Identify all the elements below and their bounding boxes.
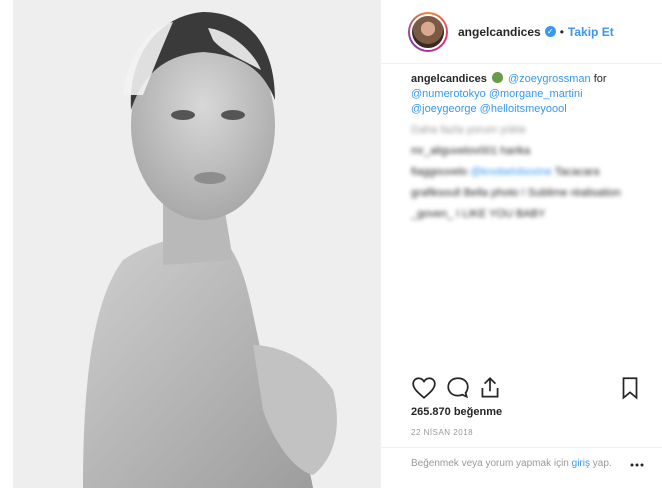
share-icon[interactable] [477,375,503,401]
comments-section: angelcandices @zoeygrossman for @numerot… [411,72,651,222]
login-prompt-tail: yap. [592,458,612,469]
follow-button[interactable]: Takip Et [568,25,614,39]
caption-mention[interactable]: @joeygeorge [411,103,477,115]
caption-connector: for [593,73,607,85]
comment-item: fiaggouvelo @knobelvboxine Tacacara [411,165,651,180]
caption: angelcandices @zoeygrossman for @numerot… [411,72,651,117]
bookmark-icon[interactable] [617,375,643,401]
action-bar [411,375,643,405]
post-header: angelcandices ✓ • Takip Et [381,0,662,64]
avatar [410,13,446,50]
more-options-icon[interactable] [630,458,644,472]
post-photo[interactable] [13,0,380,488]
login-link[interactable]: giriş [572,458,590,469]
heart-icon[interactable] [411,375,437,401]
comment-mention[interactable]: @knobelvboxine [470,166,552,178]
verified-badge-icon: ✓ [544,26,556,37]
caption-mention[interactable]: @zoeygrossman [508,73,591,85]
comment-icon[interactable] [445,375,471,401]
like-count[interactable]: 265.870 beğenme [411,406,502,418]
caption-mention[interactable]: @numerotokyo [411,88,486,100]
instagram-post-modal: angelcandices ✓ • Takip Et angelcandices… [0,0,662,488]
comment-item: mr_aliguvelov001 harika [411,145,531,157]
portrait-image [13,0,380,488]
comment-item: grafiksoull Bella photo ! Sublime réalis… [411,187,621,199]
header-separator: • [559,24,564,39]
login-prompt-text: Beğenmek veya yorum yapmak için [411,458,569,469]
caption-mention[interactable]: @morgane_martini [489,88,583,100]
caption-username[interactable]: angelcandices [411,73,487,85]
header-username[interactable]: angelcandices [458,25,541,39]
login-prompt: Beğenmek veya yorum yapmak için giriş ya… [381,447,662,488]
comment-text: Tacacara [554,166,600,178]
avatar-story-ring[interactable] [408,11,448,52]
comment-username[interactable]: fiaggouvelo [411,166,467,178]
alien-emoji-icon [491,72,503,83]
comment-item: _goven_ I LIKE YOU BABY [411,208,546,220]
load-more-comments[interactable]: Daha fazla yorum yükle [411,123,651,138]
post-sidebar: angelcandices ✓ • Takip Et angelcandices… [380,0,662,488]
caption-mention[interactable]: @helloitsmeyoool [480,103,567,115]
post-date: 22 NİSAN 2018 [411,428,474,437]
